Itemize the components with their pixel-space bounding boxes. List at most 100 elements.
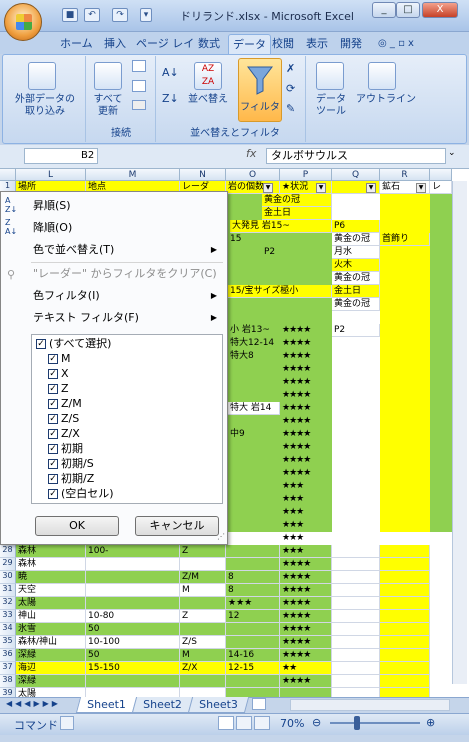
table-cell[interactable]: ★★★★ xyxy=(280,675,332,688)
table-cell[interactable]: 12 xyxy=(226,610,280,623)
checkbox-icon[interactable]: ✓ xyxy=(48,369,58,379)
row-header[interactable]: 36 xyxy=(0,649,16,662)
sort-dialog-icon[interactable]: AZ ZA xyxy=(194,62,222,90)
table-cell[interactable] xyxy=(380,675,430,688)
table-cell[interactable] xyxy=(332,571,380,584)
edit-links-icon[interactable] xyxy=(132,100,146,110)
row-header[interactable]: 29 xyxy=(0,558,16,571)
cell-o2[interactable]: 黄金の冠 xyxy=(262,194,332,207)
cell-q7[interactable]: 火木 xyxy=(332,259,380,272)
table-cell[interactable]: ★★★★ xyxy=(280,623,332,636)
checkbox-icon[interactable]: ✓ xyxy=(48,459,58,469)
filter-checkbox-item[interactable]: ✓ Z xyxy=(48,382,69,395)
table-cell[interactable]: ★★★★ xyxy=(280,571,332,584)
row-header[interactable]: 35 xyxy=(0,636,16,649)
name-box[interactable]: B2 xyxy=(24,148,98,164)
filter-checkbox-item[interactable]: ✓ 初期/S xyxy=(48,457,94,470)
sheet-nav-icon[interactable]: ◀◀◀▶▶▶ xyxy=(6,699,61,708)
undo-icon[interactable]: ↶ xyxy=(84,8,100,22)
cell-q8[interactable]: 黄金の冠 xyxy=(332,272,380,285)
outline-icon[interactable] xyxy=(368,62,396,90)
table-cell[interactable]: ★★★★ xyxy=(280,558,332,571)
checkbox-icon[interactable]: ✓ xyxy=(48,474,58,484)
row-header[interactable]: 33 xyxy=(0,610,16,623)
zoom-out-icon[interactable]: ⊖ xyxy=(312,716,321,729)
sheet-tab-1[interactable]: Sheet1 xyxy=(75,697,137,713)
filter-checkbox-item[interactable]: ✓ 初期/Z xyxy=(48,472,94,485)
clear-filter-icon[interactable]: ✗ xyxy=(286,62,295,75)
table-cell[interactable]: ★★★ xyxy=(280,545,332,558)
table-cell[interactable]: Z/X xyxy=(180,662,226,675)
filter-checkbox-item[interactable]: ✓ 初期 xyxy=(48,442,83,455)
zoom-level[interactable]: 70% xyxy=(280,717,304,730)
table-cell[interactable] xyxy=(86,688,180,697)
table-cell[interactable] xyxy=(332,675,380,688)
function-icon[interactable]: fx xyxy=(246,147,256,160)
table-cell[interactable]: ★★★ xyxy=(226,597,280,610)
table-cell[interactable]: 8 xyxy=(226,571,280,584)
menu-sort-descending[interactable]: 降順(O) xyxy=(3,218,225,238)
table-cell[interactable]: 神山 xyxy=(16,610,86,623)
table-cell[interactable] xyxy=(380,571,430,584)
checkbox-icon[interactable]: ✓ xyxy=(48,384,58,394)
table-cell[interactable]: Z xyxy=(180,545,226,558)
column-header-l[interactable]: L xyxy=(16,169,86,181)
cell-o20[interactable]: 中9 xyxy=(228,428,280,441)
filter-dropdown-icon[interactable]: ▼ xyxy=(416,183,426,193)
expand-formula-icon[interactable]: ⌄ xyxy=(448,148,456,158)
cell-o4[interactable]: 大発見 岩15~ xyxy=(230,220,332,233)
cell-o3[interactable]: 金土日 xyxy=(262,207,332,220)
row-header[interactable]: 38 xyxy=(0,675,16,688)
table-cell[interactable]: 14-16 xyxy=(226,649,280,662)
table-cell[interactable] xyxy=(332,610,380,623)
macro-record-icon[interactable] xyxy=(60,716,74,730)
tab-home[interactable]: ホーム xyxy=(56,34,97,54)
table-cell[interactable]: 太陽 xyxy=(16,597,86,610)
table-cell[interactable] xyxy=(332,597,380,610)
cell-o5[interactable]: 15 xyxy=(228,233,280,246)
row-header[interactable]: 30 xyxy=(0,571,16,584)
column-header-s[interactable] xyxy=(430,169,452,181)
table-cell[interactable] xyxy=(380,597,430,610)
table-cell[interactable]: ★★★★ xyxy=(280,610,332,623)
sheet-tab-2[interactable]: Sheet2 xyxy=(131,697,193,713)
tab-developer[interactable]: 開発 xyxy=(336,34,366,54)
table-cell[interactable]: M xyxy=(180,649,226,662)
filter-dropdown-icon[interactable]: ▼ xyxy=(263,183,273,193)
filter-dropdown-icon[interactable]: ▼ xyxy=(366,183,376,193)
checkbox-icon[interactable]: ✓ xyxy=(48,414,58,424)
row-header[interactable]: 39 xyxy=(0,688,16,697)
cell-o13[interactable]: 特大12-14 xyxy=(228,337,280,350)
refresh-all-button[interactable]: すべて 更新 xyxy=(88,94,128,118)
cell-q6[interactable]: 月水 xyxy=(332,246,380,259)
table-cell[interactable]: 天空 xyxy=(16,584,86,597)
table-cell[interactable] xyxy=(332,623,380,636)
save-icon[interactable]: ■ xyxy=(62,8,78,22)
filter-checkbox-item[interactable]: ✓ X xyxy=(48,367,69,380)
redo-icon[interactable]: ↷ xyxy=(112,8,128,22)
external-data-icon[interactable] xyxy=(28,62,56,90)
cell-o12[interactable]: 小 岩13~ xyxy=(228,324,280,337)
table-cell[interactable]: Z/S xyxy=(180,636,226,649)
table-cell[interactable] xyxy=(332,545,380,558)
table-cell[interactable] xyxy=(86,597,180,610)
tab-view[interactable]: 表示 xyxy=(302,34,332,54)
ribbon-window-controls[interactable]: ◎ _ ▫ x xyxy=(378,38,414,49)
cell-r5[interactable]: 首飾り xyxy=(380,233,430,246)
minimize-button[interactable]: _ xyxy=(372,2,396,18)
table-cell[interactable]: ★★★★ xyxy=(280,584,332,597)
tab-page-layout[interactable]: ページ レイ xyxy=(132,34,198,54)
normal-view-icon[interactable] xyxy=(218,716,234,730)
cell-o18[interactable]: 特大 岩14 xyxy=(228,402,280,415)
tab-insert[interactable]: 挿入 xyxy=(100,34,130,54)
cell-q5[interactable]: 黄金の冠 xyxy=(332,233,380,246)
external-data-button[interactable]: 外部データの 取り込み xyxy=(6,94,84,118)
table-cell[interactable] xyxy=(180,675,226,688)
filter-checkbox-item[interactable]: ✓ Z/S xyxy=(48,412,79,425)
table-cell[interactable]: 太陽 xyxy=(16,688,86,697)
table-cell[interactable]: ★★ xyxy=(280,662,332,675)
column-header-r[interactable]: R xyxy=(380,169,430,181)
table-cell[interactable]: ★★★★ xyxy=(280,636,332,649)
checkbox-icon[interactable]: ✓ xyxy=(36,339,46,349)
vertical-scrollbar[interactable] xyxy=(452,181,467,684)
